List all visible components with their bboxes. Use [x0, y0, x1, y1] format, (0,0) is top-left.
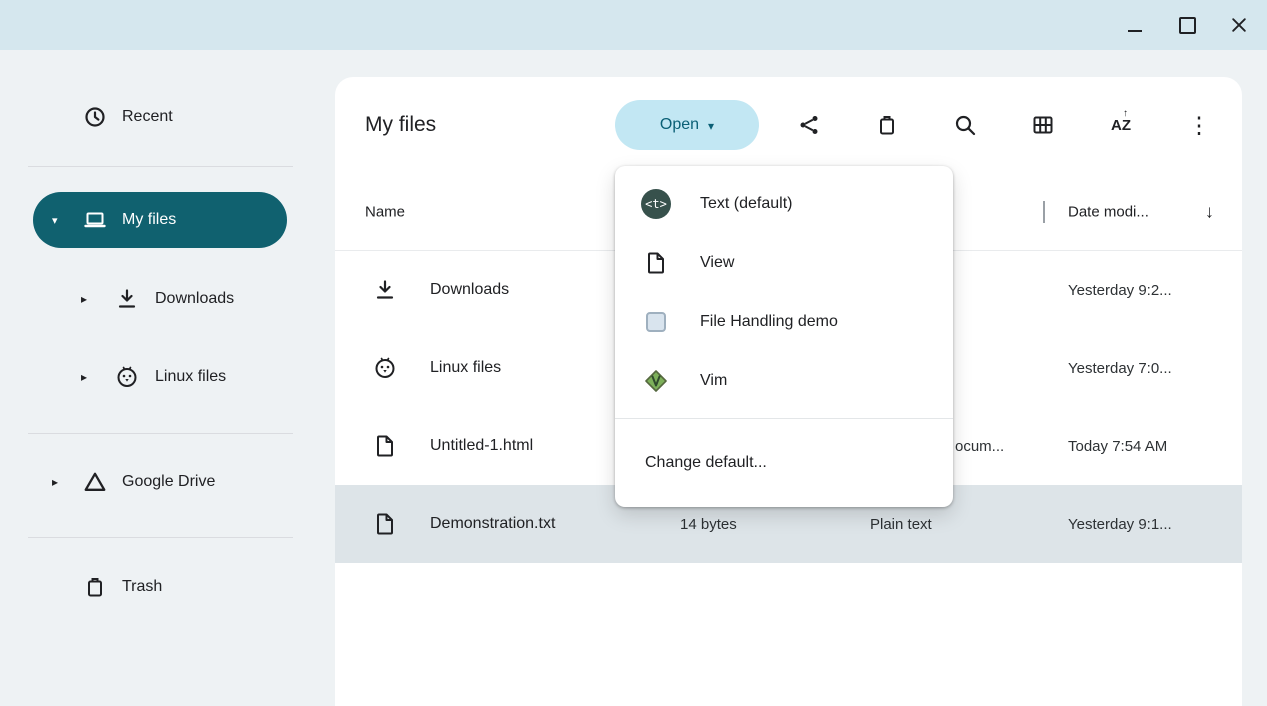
- menu-item-label: File Handling demo: [700, 313, 838, 331]
- sidebar-item-google-drive[interactable]: ▸ Google Drive: [0, 454, 335, 510]
- file-date-modified: Yesterday 9:2...: [1068, 282, 1242, 299]
- file-name: Demonstration.txt: [430, 515, 555, 533]
- file-date-modified: Today 7:54 AM: [1068, 438, 1242, 455]
- column-header-date-modified[interactable]: Date modi...: [1068, 203, 1149, 220]
- sidebar-item-linux-files[interactable]: ▸ Linux files: [0, 349, 335, 405]
- menu-item-vim[interactable]: Vim: [615, 351, 953, 410]
- file-name: Linux files: [430, 359, 501, 377]
- minimize-button[interactable]: [1113, 3, 1157, 47]
- sort-button[interactable]: A↑Z: [1097, 101, 1145, 149]
- file-type: Plain text: [870, 516, 1068, 533]
- sidebar-item-label: My files: [122, 211, 176, 229]
- menu-item-label: Vim: [700, 372, 727, 390]
- open-button[interactable]: Open ▾: [615, 100, 759, 150]
- search-icon: [953, 113, 977, 137]
- sidebar-item-recent[interactable]: Recent: [0, 89, 335, 145]
- download-icon: [373, 278, 397, 302]
- penguin-icon: [115, 365, 139, 389]
- file-list-panel: My files Open ▾: [335, 77, 1242, 706]
- sidebar-divider: [28, 166, 293, 167]
- trash-icon: [875, 113, 899, 137]
- open-with-menu: <t> Text (default) View File Handling de…: [615, 166, 953, 507]
- sort-az-icon: A↑Z: [1111, 118, 1131, 133]
- trash-icon: [83, 575, 107, 599]
- file-name: Untitled-1.html: [430, 437, 533, 455]
- column-separator: [1043, 201, 1045, 223]
- drive-icon: [83, 470, 107, 494]
- laptop-icon: [83, 208, 107, 232]
- file-name: Downloads: [430, 281, 509, 299]
- vim-icon: [644, 369, 668, 393]
- grid-view-button[interactable]: [1019, 101, 1067, 149]
- column-header-name[interactable]: Name: [365, 203, 405, 220]
- file-icon: [373, 512, 397, 536]
- chevron-down-icon[interactable]: ▾: [52, 214, 83, 227]
- chevron-right-icon[interactable]: ▸: [81, 292, 115, 306]
- file-date-modified: Yesterday 7:0...: [1068, 360, 1242, 377]
- document-icon: [644, 251, 668, 275]
- text-app-icon: <t>: [641, 189, 671, 219]
- more-options-button[interactable]: ⋮: [1175, 101, 1223, 149]
- page-title: My files: [365, 113, 615, 137]
- sidebar: Recent ▾ My files ▸ Downloads ▸ Linux fi…: [0, 50, 335, 706]
- chevron-right-icon[interactable]: ▸: [52, 475, 83, 489]
- share-icon: [797, 113, 821, 137]
- sidebar-item-label: Linux files: [155, 368, 226, 386]
- panel-header: My files Open ▾: [335, 77, 1242, 173]
- chevron-right-icon[interactable]: ▸: [81, 370, 115, 384]
- download-icon: [115, 287, 139, 311]
- close-button[interactable]: [1217, 3, 1261, 47]
- close-icon: [1229, 15, 1249, 35]
- delete-button[interactable]: [863, 101, 911, 149]
- menu-item-change-default[interactable]: Change default...: [615, 419, 953, 507]
- toolbar: A↑Z ⋮: [785, 101, 1223, 149]
- menu-item-label: Text (default): [700, 195, 792, 213]
- share-button[interactable]: [785, 101, 833, 149]
- file-handling-demo-icon: [646, 312, 666, 332]
- maximize-icon: [1179, 17, 1196, 34]
- menu-item-label: View: [700, 254, 734, 272]
- menu-item-view[interactable]: View: [615, 233, 953, 292]
- sort-direction-arrow-icon[interactable]: ↓: [1205, 201, 1214, 222]
- penguin-icon: [373, 356, 397, 380]
- kebab-menu-icon: ⋮: [1188, 114, 1211, 137]
- sidebar-item-label: Google Drive: [122, 473, 215, 491]
- file-size: 14 bytes: [680, 516, 870, 533]
- sidebar-item-label: Downloads: [155, 290, 234, 308]
- titlebar: [0, 0, 1267, 50]
- search-button[interactable]: [941, 101, 989, 149]
- sidebar-divider: [28, 433, 293, 434]
- sidebar-divider: [28, 537, 293, 538]
- sidebar-item-downloads[interactable]: ▸ Downloads: [0, 271, 335, 327]
- grid-view-icon: [1031, 113, 1055, 137]
- sidebar-item-label: Recent: [122, 108, 173, 126]
- caret-down-icon: ▾: [708, 119, 714, 133]
- menu-item-text-default[interactable]: <t> Text (default): [615, 174, 953, 233]
- sidebar-item-trash[interactable]: Trash: [0, 559, 335, 615]
- menu-item-file-handling-demo[interactable]: File Handling demo: [615, 292, 953, 351]
- sidebar-item-my-files[interactable]: ▾ My files: [33, 192, 287, 248]
- clock-icon: [83, 105, 107, 129]
- maximize-button[interactable]: [1165, 3, 1209, 47]
- minimize-icon: [1128, 30, 1142, 33]
- sidebar-item-label: Trash: [122, 578, 162, 596]
- file-icon: [373, 434, 397, 458]
- file-date-modified: Yesterday 9:1...: [1068, 516, 1242, 533]
